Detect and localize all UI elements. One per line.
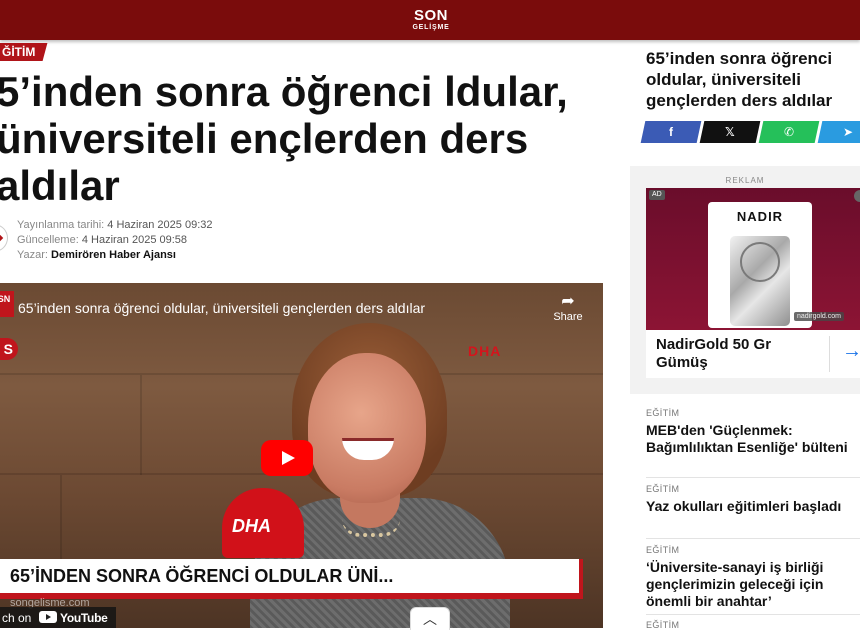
whatsapp-share-button[interactable]: ✆ <box>758 121 820 143</box>
category-label: ĞİTİM <box>1 45 36 59</box>
published-label: Yayınlanma tarihi: <box>17 219 105 231</box>
divider <box>646 477 860 478</box>
news-item[interactable]: EĞİTİM MEB'den 'Güçlenmek: Bağımlılıktan… <box>646 408 860 456</box>
share-icon: ➦ <box>561 293 575 310</box>
news-category: EĞİTİM <box>646 484 680 494</box>
youtube-icon <box>38 611 57 623</box>
logo-text-sub: GELİŞME <box>412 24 450 31</box>
play-button[interactable] <box>261 440 313 476</box>
news-item[interactable]: EĞİTİM <box>646 620 860 630</box>
news-item[interactable]: EĞİTİM ‘Üniversite-sanayi iş birliği gen… <box>646 545 860 610</box>
divider <box>646 538 860 539</box>
video-caption-text: 65’İNDEN SONRA ÖĞRENCİ OLDULAR ÜNİ... <box>10 566 394 586</box>
watch-on-label: ch on <box>2 611 32 625</box>
x-icon: 𝕏 <box>725 125 735 139</box>
side-badge: S <box>0 338 18 360</box>
news-item[interactable]: EĞİTİM Yaz okulları eğitimleri başladı <box>646 484 860 515</box>
author-label: Yazar: <box>17 249 48 261</box>
ad-close-icon[interactable] <box>854 190 860 202</box>
silver-bar-package: NADIR <box>708 202 812 328</box>
share-button[interactable]: ➦ Share <box>552 293 584 323</box>
news-title[interactable]: MEB'den 'Güçlenmek: Bağımlılıktan Esenli… <box>646 422 860 456</box>
site-header: SON GELİŞME <box>0 0 860 40</box>
article-meta: Yayınlanma tarihi: 4 Haziran 2025 09:32 … <box>17 218 212 263</box>
mic-flag-label: DHA <box>232 516 271 536</box>
ad-image[interactable]: AD NADIR nadirgold.com <box>646 188 860 330</box>
sidebar-article-title: 65’inden sonra öğrenci oldular, üniversi… <box>646 49 833 110</box>
silver-bar <box>730 236 790 326</box>
ad-tag: AD <box>649 190 665 200</box>
telegram-share-button[interactable]: ➤ <box>817 121 860 143</box>
author-avatar <box>0 224 8 252</box>
news-title[interactable]: ‘Üniversite-sanayi iş birliği gençlerimi… <box>646 559 860 610</box>
arrow-right-icon[interactable]: → <box>842 341 860 361</box>
dha-watermark: DHA <box>468 343 502 359</box>
article-headline: 5’inden sonra öğrenci ldular, üniversite… <box>0 68 568 209</box>
whatsapp-icon: ✆ <box>783 125 795 139</box>
author-name[interactable]: Demirören Haber Ajansı <box>51 249 176 261</box>
video-caption-bar: 65’İNDEN SONRA ÖĞRENCİ OLDULAR ÜNİ... <box>0 559 583 593</box>
video-title[interactable]: 65’inden sonra öğrenci oldular, üniversi… <box>18 300 425 316</box>
logo-text-main: SON <box>413 7 448 24</box>
updated-label: Güncelleme: <box>17 234 79 246</box>
channel-logo[interactable]: SN <box>0 291 14 317</box>
category-badge[interactable]: ĞİTİM <box>0 43 48 61</box>
scroll-up-chevron-icon[interactable]: ︿ <box>410 607 450 630</box>
video-player[interactable]: SN 65’inden sonra öğrenci oldular, ünive… <box>0 283 603 628</box>
ad-card[interactable]: AD NADIR nadirgold.com NadirGold 50 Gr G… <box>646 188 860 378</box>
telegram-icon: ➤ <box>842 125 854 139</box>
news-category: EĞİTİM <box>646 620 680 630</box>
ad-label: REKLAM <box>725 176 765 185</box>
facebook-share-button[interactable]: f <box>640 121 702 143</box>
divider <box>646 614 860 615</box>
news-category: EĞİTİM <box>646 408 680 418</box>
news-title[interactable]: Yaz okulları eğitimleri başladı <box>646 498 860 515</box>
updated-date: 4 Haziran 2025 09:58 <box>81 234 188 246</box>
site-logo[interactable]: SON GELİŞME <box>410 8 452 31</box>
x-share-button[interactable]: 𝕏 <box>699 121 761 143</box>
youtube-wordmark: YouTube <box>60 611 108 625</box>
facebook-icon: f <box>669 125 673 139</box>
news-category: EĞİTİM <box>646 545 680 555</box>
ad-brand: NADIR <box>736 209 784 224</box>
ad-product-name[interactable]: NadirGold 50 Gr Gümüş <box>656 336 826 372</box>
advertisement: REKLAM AD NADIR nadirgold.com NadirGold … <box>630 166 860 394</box>
ad-site-tag: nadirgold.com <box>794 312 844 321</box>
watch-on-youtube-button[interactable]: ch on YouTube <box>0 607 116 628</box>
share-label: Share <box>553 311 583 323</box>
published-date: 4 Haziran 2025 09:32 <box>107 219 213 231</box>
